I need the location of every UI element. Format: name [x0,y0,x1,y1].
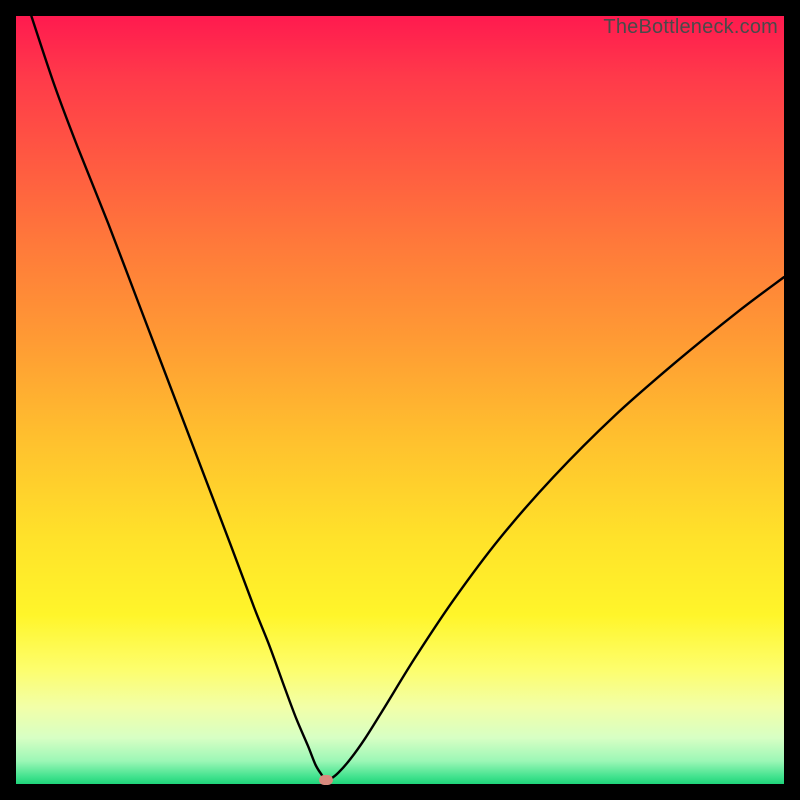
chart-frame: TheBottleneck.com [16,16,784,784]
bottleneck-curve [16,16,784,784]
minimum-marker [319,775,333,785]
